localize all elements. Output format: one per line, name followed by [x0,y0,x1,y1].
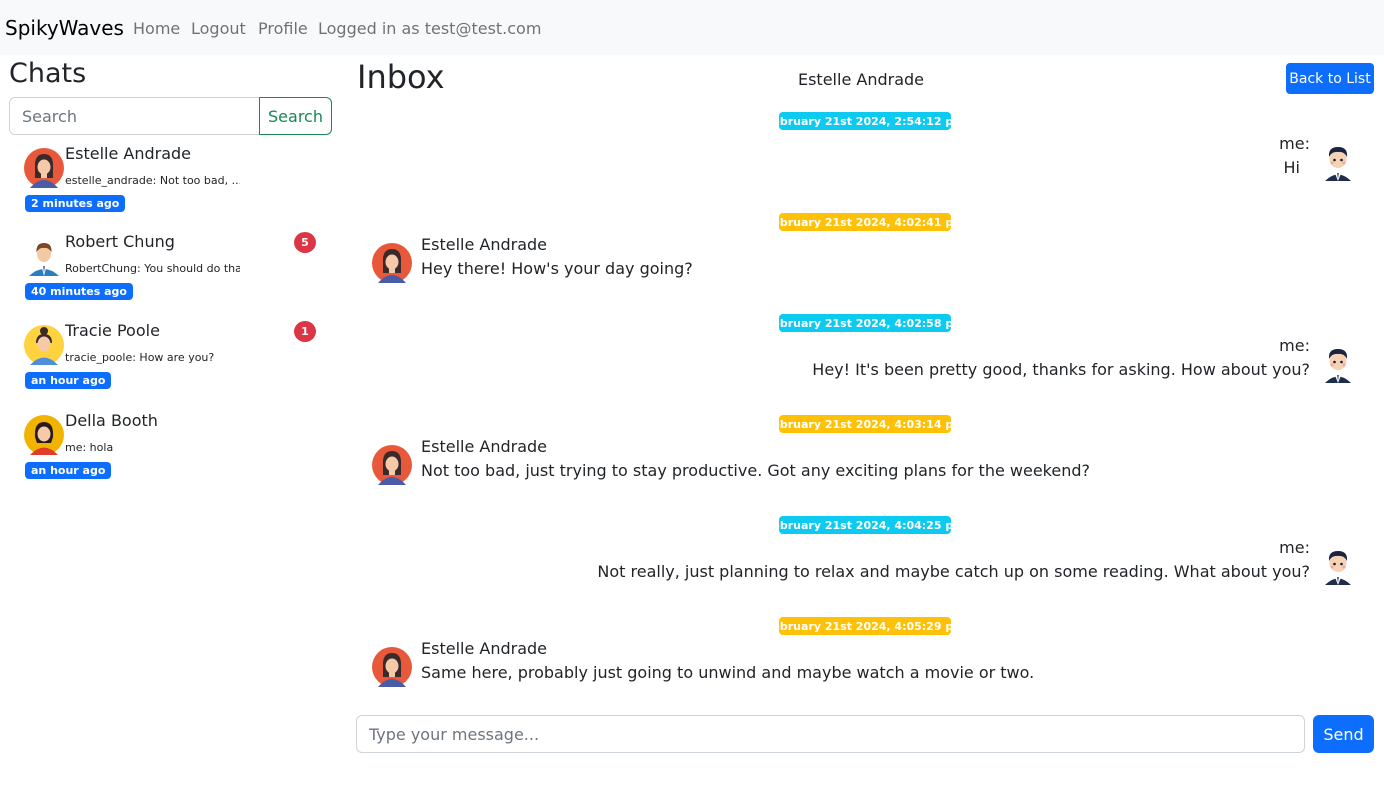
logged-in-user-text: Logged in as test@test.com [318,19,542,38]
avatar [24,148,64,188]
message-text: Hey there! How's your day going? [421,259,693,278]
chat-time-badge: 2 minutes ago [25,195,126,212]
unread-count-badge: 5 [294,232,316,253]
avatar [24,236,64,276]
brand-logo[interactable]: SpikyWaves [5,16,124,40]
chat-item-della-booth[interactable]: Della Booth me: hola an hour ago [24,411,324,495]
avatar [372,243,412,283]
message-sender: me: [1279,134,1310,153]
avatar [1318,545,1358,585]
message-text: Not really, just planning to relax and m… [597,562,1310,581]
chat-item-tracie-poole[interactable]: Tracie Poole 1 tracie_poole: How are you… [24,321,324,405]
message-text: Hey! It's been pretty good, thanks for a… [812,360,1310,379]
inbox-title: Inbox [357,58,445,96]
message-text: Not too bad, just trying to stay product… [421,461,1090,480]
message-sender: Estelle Andrade [421,437,548,456]
chat-name: Robert Chung [65,232,175,251]
message-date-badge: February 21st 2024, 4:03:14 pm [765,415,965,433]
message-date-badge: February 21st 2024, 2:54:12 pm [765,112,965,130]
chat-name: Tracie Poole [65,321,160,340]
chat-item-robert-chung[interactable]: Robert Chung 5 RobertChung: You should d… [24,232,324,316]
message-text: Same here, probably just going to unwind… [421,663,1035,682]
back-to-list-button[interactable]: Back to List [1286,63,1374,94]
avatar [1318,343,1358,383]
message-text: Hi [1283,158,1300,177]
conversation-contact-name: Estelle Andrade [797,70,924,89]
send-button[interactable]: Send [1313,715,1374,753]
avatar [1318,141,1358,181]
chat-name: Estelle Andrade [65,144,192,163]
nav-profile-link[interactable]: Profile [258,19,308,38]
message-date-badge: February 21st 2024, 4:04:25 pm [765,516,965,534]
avatar [372,647,412,687]
message-date-badge: February 21st 2024, 4:02:41 pm [765,213,965,231]
message-sender: Estelle Andrade [421,639,548,658]
chats-title: Chats [9,58,87,89]
chat-preview: tracie_poole: How are you? [65,351,215,364]
chat-time-badge: an hour ago [25,462,112,479]
avatar [24,415,64,455]
search-button[interactable]: Search [259,97,332,135]
message-sender: me: [1279,538,1310,557]
chat-time-badge: 40 minutes ago [25,283,133,300]
message-date-badge: February 21st 2024, 4:02:58 pm [765,314,965,332]
avatar [24,325,64,365]
avatar [372,445,412,485]
nav-logout-link[interactable]: Logout [191,19,246,38]
message-input[interactable] [356,715,1305,753]
message-sender: me: [1279,336,1310,355]
nav-home-link[interactable]: Home [133,19,180,38]
chat-item-estelle-andrade[interactable]: Estelle Andrade estelle_andrade: Not too… [24,144,324,228]
chat-preview: estelle_andrade: Not too bad, ... [65,174,240,187]
message-sender: Estelle Andrade [421,235,548,254]
message-date-badge: February 21st 2024, 4:05:29 pm [765,617,965,635]
chat-name: Della Booth [65,411,158,430]
search-input[interactable] [9,97,260,135]
chat-preview: me: hola [65,441,114,454]
chat-preview: RobertChung: You should do tha [65,262,240,275]
chat-time-badge: an hour ago [25,372,112,389]
unread-count-badge: 1 [294,321,316,342]
navbar: SpikyWaves Home Logout Profile Logged in… [0,0,1384,55]
